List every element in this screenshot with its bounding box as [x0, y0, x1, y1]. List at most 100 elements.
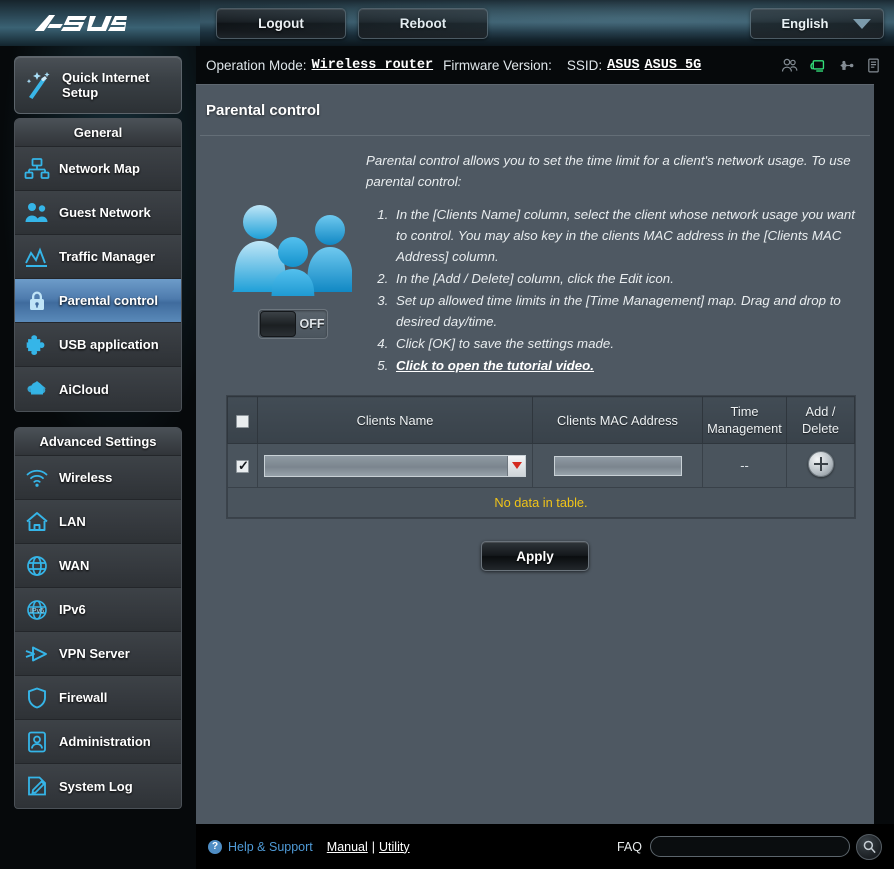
sidebar-item-parental-control[interactable]: Parental control [15, 279, 181, 323]
intro-text: Parental control allows you to set the t… [366, 153, 851, 189]
sidebar-item-network-map[interactable]: Network Map [15, 147, 181, 191]
traffic-manager-icon [15, 245, 59, 269]
family-icon [226, 200, 354, 302]
sidebar-item-ipv6[interactable]: IPv6 IPv6 [15, 588, 181, 632]
wifi-icon [15, 467, 59, 489]
sidebar-item-aicloud[interactable]: AiCloud [15, 367, 181, 411]
main-panel: Parental control OFF Parental control al… [196, 84, 874, 824]
sidebar-group-general: General Network Map Guest Network Traffi… [14, 118, 182, 412]
logo-plate [0, 0, 200, 46]
ssid-value-24g[interactable]: ASUS [607, 58, 639, 73]
sidebar-item-system-log[interactable]: System Log [15, 764, 181, 808]
faq-label: FAQ [616, 839, 642, 854]
table-header-row: Clients Name Clients MAC Address Time Ma… [227, 396, 855, 444]
header-time-line2: Management [707, 421, 782, 436]
footer: ? Help & Support Manual | Utility FAQ [196, 824, 894, 869]
sidebar-item-traffic-manager[interactable]: Traffic Manager [15, 235, 181, 279]
home-icon [15, 510, 59, 534]
header-clients-name: Clients Name [257, 396, 533, 444]
user-icon [15, 730, 59, 754]
parental-control-toggle[interactable]: OFF [258, 309, 328, 339]
chevron-down-icon [853, 18, 871, 29]
asus-router-admin-page: Logout Reboot English Operation Mode: Wi… [0, 0, 894, 869]
illustration-column: OFF [214, 150, 354, 377]
firmware-version-label: Firmware Version: [443, 57, 552, 73]
sidebar-item-aicloud-label: AiCloud [59, 381, 109, 397]
help-support-label[interactable]: Help & Support [228, 840, 313, 854]
toggle-knob [260, 311, 296, 337]
sidebar-item-firewall[interactable]: Firewall [15, 676, 181, 720]
sidebar-group-advanced-header: Advanced Settings [15, 428, 181, 456]
header-add-delete: Add / Delete [786, 396, 855, 444]
sidebar-item-administration-label: Administration [59, 734, 151, 749]
instruction-step-2: In the [Add / Delete] column, click the … [392, 268, 856, 289]
parental-control-content: OFF Parental control allows you to set t… [196, 136, 874, 377]
sidebar-item-administration[interactable]: Administration [15, 720, 181, 764]
log-icon [15, 774, 59, 798]
instruction-step-4: Click [OK] to save the settings made. [392, 333, 856, 354]
asus-logo[interactable] [32, 12, 134, 34]
sidebar-item-network-map-label: Network Map [59, 161, 140, 176]
network-map-icon [15, 157, 59, 181]
puzzle-icon [15, 333, 59, 357]
language-selector[interactable]: English [750, 8, 884, 39]
operation-mode-value[interactable]: Wireless router [312, 58, 434, 73]
sidebar-item-guest-network[interactable]: Guest Network [15, 191, 181, 235]
empty-table-message: No data in table. [227, 488, 855, 518]
utility-link[interactable]: Utility [379, 840, 410, 854]
sidebar-item-lan-label: LAN [59, 514, 86, 529]
sidebar-item-vpn-server[interactable]: VPN Server [15, 632, 181, 676]
logout-button[interactable]: Logout [216, 8, 346, 39]
quick-internet-setup-button[interactable]: Quick Internet Setup [14, 56, 182, 114]
clients-table: Clients Name Clients MAC Address Time Ma… [227, 396, 855, 488]
sidebar-item-wireless-label: Wireless [59, 470, 113, 485]
sidebar-bottom-filler [0, 824, 196, 869]
sidebar-item-usb-application[interactable]: USB application [15, 323, 181, 367]
row-add-delete-cell [786, 443, 855, 488]
header-select-all-cell [227, 396, 258, 444]
faq-search-input[interactable] [650, 836, 850, 857]
header-clients-mac: Clients MAC Address [532, 396, 703, 444]
sidebar-item-wireless[interactable]: Wireless [15, 456, 181, 500]
help-icon: ? [208, 839, 222, 854]
sidebar-item-usb-application-label: USB application [59, 337, 159, 352]
row-mac-cell [532, 443, 703, 488]
usb-icon[interactable] [837, 57, 854, 74]
dropdown-arrow-icon [507, 455, 525, 476]
row-select-cell [227, 443, 258, 488]
plus-circle-icon[interactable] [807, 451, 834, 477]
ssid-value-5g[interactable]: ASUS_5G [645, 58, 702, 73]
row-client-name-cell [257, 443, 533, 488]
mac-address-input[interactable] [553, 455, 682, 476]
sidebar-item-wan-label: WAN [59, 558, 90, 573]
clients-table-body: -- [227, 443, 855, 488]
reboot-button[interactable]: Reboot [358, 8, 488, 39]
apply-button[interactable]: Apply [481, 541, 589, 571]
manual-link[interactable]: Manual [327, 840, 368, 854]
operation-mode-label: Operation Mode: [206, 57, 307, 73]
shield-icon [15, 686, 59, 710]
lock-icon [15, 289, 59, 313]
sidebar-item-wan[interactable]: WAN [15, 544, 181, 588]
instruction-step-3: Set up allowed time limits in the [Time … [392, 290, 856, 332]
page-title: Parental control [206, 101, 321, 119]
row-checkbox[interactable] [236, 458, 249, 474]
top-bar: Logout Reboot English [0, 0, 894, 46]
footer-separator: | [371, 839, 376, 854]
magnifier-icon[interactable] [856, 833, 882, 860]
svg-text:IPv6: IPv6 [30, 608, 44, 615]
sidebar-group-advanced: Advanced Settings Wireless LAN WAN IPv6 … [14, 427, 182, 809]
clients-icon[interactable] [781, 57, 798, 74]
apply-row: Apply [196, 541, 874, 571]
select-all-checkbox[interactable] [236, 414, 249, 428]
magic-wand-icon [15, 70, 58, 100]
header-time-line1: Time [730, 404, 759, 419]
client-name-select[interactable] [264, 454, 526, 477]
tutorial-video-link[interactable]: Click to open the tutorial video. [396, 358, 594, 373]
clients-table-wrapper: Clients Name Clients MAC Address Time Ma… [226, 395, 856, 519]
network-status-icon[interactable] [809, 57, 826, 74]
sidebar-group-general-header: General [15, 119, 181, 147]
description-column: Parental control allows you to set the t… [354, 150, 856, 377]
sidebar-item-lan[interactable]: LAN [15, 500, 181, 544]
printer-icon[interactable] [865, 57, 882, 74]
